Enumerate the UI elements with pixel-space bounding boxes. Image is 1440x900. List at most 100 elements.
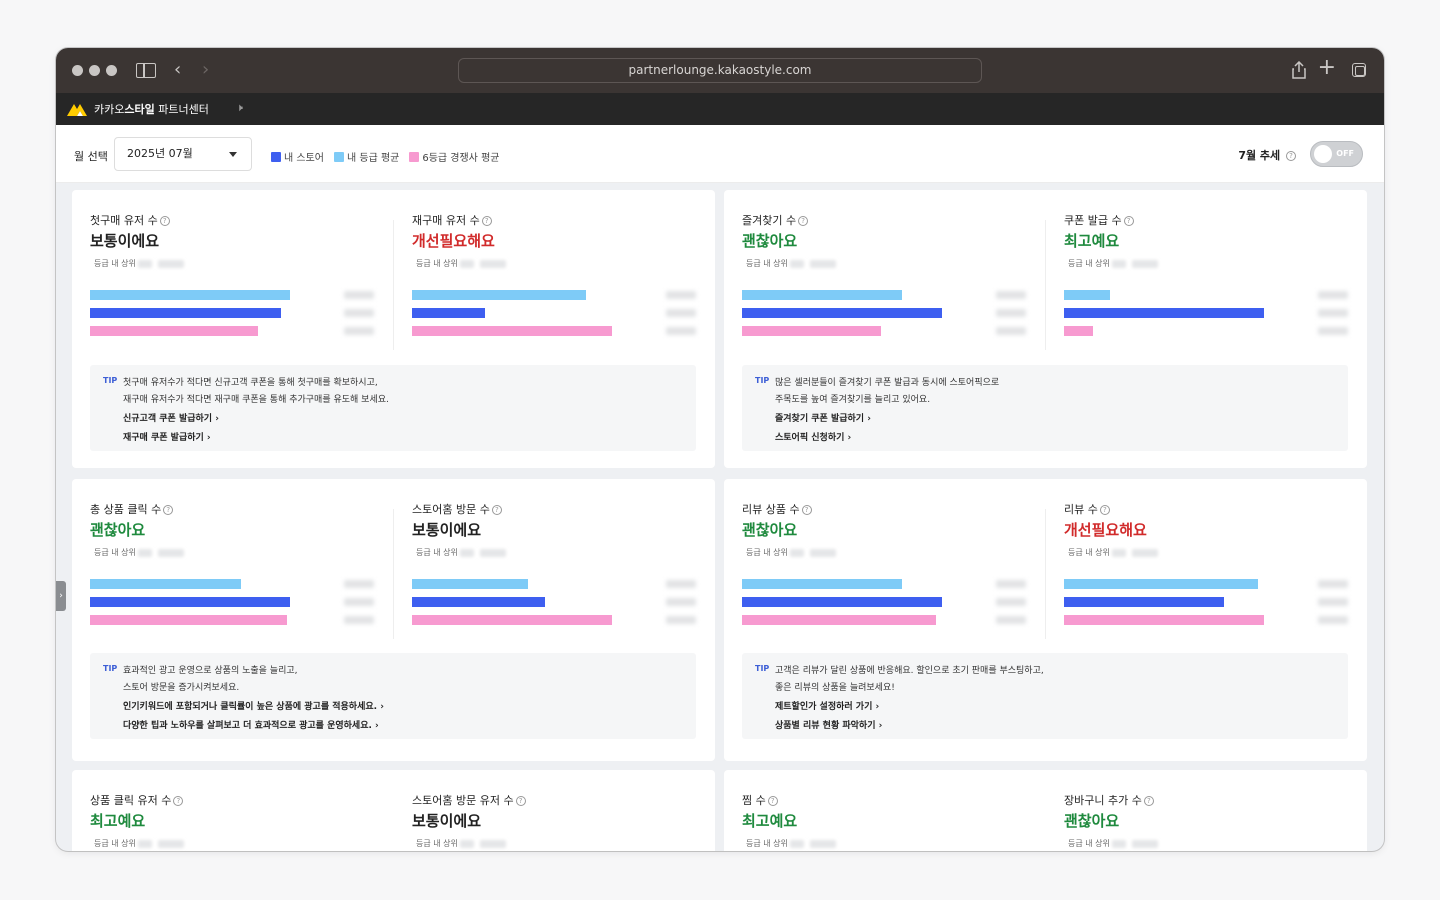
help-icon[interactable]: ? [491, 505, 502, 515]
url-bar[interactable]: partnerlounge.kakaostyle.com [458, 58, 982, 83]
forward-icon[interactable]: › [202, 61, 209, 79]
trend-toggle[interactable]: OFF [1310, 141, 1363, 167]
metric-bar [742, 326, 881, 336]
rank-value-blurred [789, 548, 804, 557]
window-controls[interactable] [72, 65, 117, 76]
tip-link[interactable]: 즐겨찾기 쿠폰 발급하기 › [775, 411, 871, 424]
rank-text: 등급 내 상위 [94, 258, 184, 269]
help-icon[interactable]: ? [1286, 151, 1296, 161]
rank-detail-blurred [1131, 259, 1158, 268]
window-dot[interactable] [72, 65, 83, 76]
metric-title-text: 찜 수 [742, 794, 766, 807]
metric-bar-value-blurred [666, 309, 696, 317]
help-icon[interactable]: ? [159, 216, 170, 226]
tip-link[interactable]: 제트할인가 설정하러 가기 › [775, 699, 879, 712]
rank-text: 등급 내 상위 [1068, 258, 1158, 269]
metric-panel: 리뷰 상품 수? 괜찮아요 등급 내 상위 [724, 479, 1046, 649]
metric-panel: 스토어홈 방문 수? 보통이에요 등급 내 상위 [394, 479, 716, 649]
help-icon[interactable]: ? [515, 796, 526, 806]
metric-title: 리뷰 상품 수? [742, 501, 812, 517]
window-dot[interactable] [106, 65, 117, 76]
tip-label: TIP [103, 376, 118, 385]
help-icon[interactable]: ? [173, 796, 184, 806]
notice-speaker-icon[interactable]: 🕨 [236, 101, 243, 115]
metric-title: 총 상품 클릭 수? [90, 501, 174, 517]
metric-status: 개선필요해요 [1064, 521, 1147, 539]
metric-title-text: 총 상품 클릭 수 [90, 503, 162, 516]
metric-bar-value-blurred [1318, 309, 1348, 317]
metric-bar [412, 326, 612, 336]
metric-bar-value-blurred [996, 598, 1026, 606]
metric-panel: 즐겨찾기 수? 괜찮아요 등급 내 상위 [724, 190, 1046, 360]
browser-window: ‹ › partnerlounge.kakaostyle.com + 카카오스타… [56, 48, 1384, 851]
kakaostyle-logo-icon[interactable] [66, 101, 88, 117]
metric-bar [1064, 579, 1258, 589]
metric-panel: 찜 수? 최고예요 등급 내 상위 [724, 770, 1046, 851]
rank-text: 등급 내 상위 [416, 838, 506, 849]
metric-bar [90, 308, 281, 318]
legend-label: 내 등급 평균 [346, 153, 400, 164]
month-select-label: 월 선택 [74, 150, 108, 163]
help-icon[interactable]: ? [163, 505, 174, 515]
help-icon[interactable]: ? [767, 796, 778, 806]
rank-prefix: 등급 내 상위 [1068, 548, 1110, 557]
new-tab-icon[interactable]: + [1318, 57, 1336, 79]
window-dot[interactable] [89, 65, 100, 76]
metric-panel: 재구매 유저 수? 개선필요해요 등급 내 상위 [394, 190, 716, 360]
metric-title: 리뷰 수? [1064, 501, 1110, 517]
help-icon[interactable]: ? [1123, 216, 1134, 226]
tip-link[interactable]: 인기키워드에 포함되거나 클릭률이 높은 상품에 광고를 적용하세요. › [123, 699, 384, 712]
tip-link[interactable]: 상품별 리뷰 현황 파악하기 › [775, 718, 882, 731]
sidebar-toggle-icon[interactable] [136, 63, 156, 78]
metric-title-text: 스토어홈 방문 수 [412, 503, 490, 516]
metric-bar [742, 597, 942, 607]
rank-detail-blurred [809, 548, 836, 557]
rank-value-blurred [789, 839, 804, 848]
metric-bar-value-blurred [344, 327, 374, 335]
metric-bar [412, 579, 528, 589]
rank-detail-blurred [157, 259, 184, 268]
metric-title: 첫구매 유저 수? [90, 212, 170, 228]
rank-detail-blurred [809, 839, 836, 848]
rank-prefix: 등급 내 상위 [416, 259, 458, 268]
metric-bar-value-blurred [344, 598, 374, 606]
side-panel-handle[interactable]: › [56, 581, 66, 611]
metric-bar [1064, 290, 1110, 300]
metric-bar-value-blurred [1318, 327, 1348, 335]
metric-bar-value-blurred [666, 616, 696, 624]
tip-link[interactable]: 신규고객 쿠폰 발급하기 › [123, 411, 219, 424]
help-icon[interactable]: ? [481, 216, 492, 226]
help-icon[interactable]: ? [798, 216, 809, 226]
rank-value-blurred [137, 259, 152, 268]
month-select[interactable]: 2025년 07월 [114, 137, 252, 171]
metric-bar-value-blurred [666, 580, 696, 588]
legend-swatch [409, 151, 420, 162]
metric-bar [412, 615, 612, 625]
metric-bar [1064, 308, 1264, 318]
metric-panel: 리뷰 수? 개선필요해요등급 내 상위 [1046, 479, 1368, 649]
tip-line: 고객은 리뷰가 달린 상품에 반응해요. 할인으로 초기 판매를 부스팅하고, [775, 666, 1044, 676]
tip-line: 많은 셀러분들이 즐겨찾기 쿠폰 발급과 동시에 스토어픽으로 [775, 378, 1000, 388]
tip-link[interactable]: 스토어픽 신청하기 › [775, 430, 851, 443]
metric-panel: 장바구니 추가 수? 괜찮아요 등급 내 상위 [1046, 770, 1368, 851]
metric-status: 최고예요 [1064, 232, 1120, 250]
tip-link[interactable]: 재구매 쿠폰 발급하기 › [123, 430, 211, 443]
help-icon[interactable]: ? [1099, 505, 1110, 515]
metric-card: 총 상품 클릭 수? 괜찮아요 등급 내 상위 스토어홈 방문 수? 보통이에요 등급 내… [72, 479, 715, 761]
back-icon[interactable]: ‹ [174, 61, 181, 79]
rank-detail-blurred [479, 548, 506, 557]
rank-prefix: 등급 내 상위 [94, 259, 136, 268]
rank-prefix: 등급 내 상위 [1068, 259, 1110, 268]
help-icon[interactable]: ? [801, 505, 812, 515]
share-icon[interactable] [1292, 60, 1306, 83]
metric-bar [742, 615, 936, 625]
rank-prefix: 등급 내 상위 [94, 548, 136, 557]
rank-value-blurred [789, 259, 804, 268]
metric-bar [90, 597, 290, 607]
help-icon[interactable]: ? [1143, 796, 1154, 806]
tab-overview-icon[interactable] [1352, 63, 1366, 77]
rank-detail-blurred [479, 259, 506, 268]
metric-bar [90, 579, 241, 589]
metric-card: 리뷰 상품 수? 괜찮아요 등급 내 상위 리뷰 수? 개선필요해요 등급 내 상위 TIP… [724, 479, 1367, 761]
tip-link[interactable]: 다양한 팁과 노하우를 살펴보고 더 효과적으로 광고를 운영하세요. › [123, 718, 379, 731]
